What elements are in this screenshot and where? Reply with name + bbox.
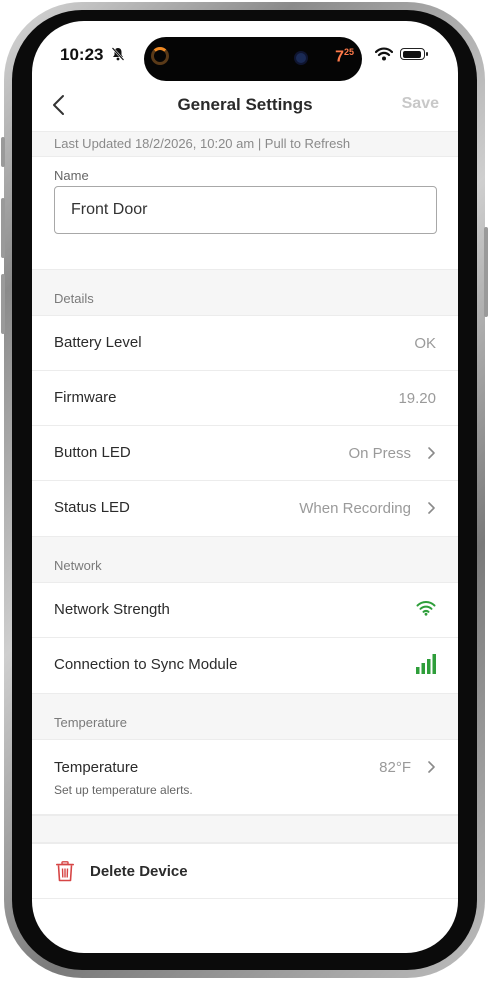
save-button[interactable]: Save — [402, 95, 439, 113]
name-field-label: Name — [54, 168, 89, 183]
screen: 10:23 725 General Settings Save Last Upd… — [32, 21, 458, 953]
clock: 10:23 — [60, 45, 104, 64]
status-led-label: Status LED — [54, 499, 130, 516]
spacer-section — [32, 815, 458, 843]
nav-bar: General Settings Save — [32, 81, 458, 131]
temperature-section-header: Temperature — [32, 693, 458, 740]
camera-icon — [296, 53, 306, 63]
sync-module-connection-row: Connection to Sync Module — [32, 638, 458, 693]
status-bar: 10:23 725 — [32, 21, 458, 81]
power-button — [484, 227, 488, 317]
wifi-strength-icon — [416, 601, 436, 616]
battery-level-label: Battery Level — [54, 334, 142, 351]
network-strength-row: Network Strength — [32, 583, 458, 638]
chevron-right-icon — [428, 502, 435, 514]
battery-level-row: Battery Level OK — [32, 316, 458, 371]
timer-icon — [151, 47, 169, 65]
dynamic-island: 725 — [144, 37, 362, 81]
button-led-label: Button LED — [54, 444, 131, 461]
firmware-value: 19.20 — [398, 390, 436, 407]
last-updated-banner: Last Updated 18/2/2026, 10:20 am | Pull … — [32, 131, 458, 157]
delete-device-label: Delete Device — [90, 863, 188, 880]
wifi-icon — [375, 47, 393, 61]
network-strength-label: Network Strength — [54, 601, 170, 618]
temperature-subtitle: Set up temperature alerts. — [54, 783, 193, 797]
temperature-value: 82°F — [379, 759, 411, 776]
name-input[interactable]: Front Door — [54, 186, 437, 234]
button-led-value: On Press — [348, 445, 411, 462]
firmware-label: Firmware — [54, 389, 117, 406]
battery-icon — [400, 48, 428, 60]
battery-level-value: OK — [414, 335, 436, 352]
silent-switch — [1, 137, 5, 167]
status-led-row[interactable]: Status LED When Recording — [32, 481, 458, 536]
page-title: General Settings — [177, 95, 313, 114]
volume-down-button — [1, 274, 5, 334]
sync-module-connection-label: Connection to Sync Module — [54, 656, 238, 673]
delete-device-row[interactable]: Delete Device — [32, 843, 458, 899]
signal-bars-icon — [416, 654, 436, 674]
chevron-right-icon — [428, 447, 435, 459]
island-indicator: 725 — [335, 47, 354, 66]
firmware-row: Firmware 19.20 — [32, 371, 458, 426]
temperature-row[interactable]: Temperature 82°F Set up temperature aler… — [32, 740, 458, 815]
bell-slash-icon — [111, 47, 125, 61]
status-led-value: When Recording — [299, 500, 411, 517]
trash-icon — [56, 861, 74, 882]
chevron-right-icon — [428, 761, 435, 773]
temperature-label: Temperature — [54, 759, 139, 776]
volume-up-button — [1, 198, 5, 258]
button-led-row[interactable]: Button LED On Press — [32, 426, 458, 481]
details-section-header: Details — [32, 269, 458, 316]
network-section-header: Network — [32, 536, 458, 583]
